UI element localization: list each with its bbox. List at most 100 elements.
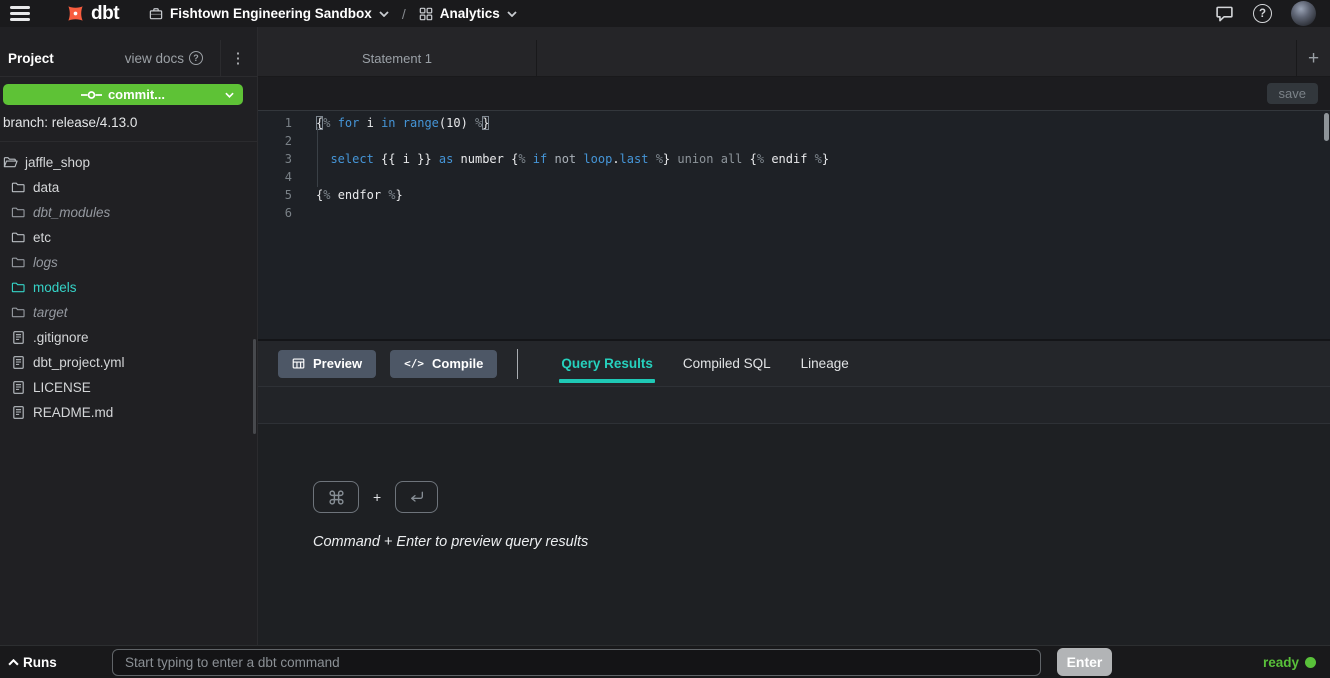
tree-item-label: dbt_project.yml xyxy=(33,355,125,370)
panel-tab-compiled-sql[interactable]: Compiled SQL xyxy=(668,341,786,386)
project-name: Analytics xyxy=(440,6,500,21)
code-line-5[interactable]: 5 {% endfor %} xyxy=(258,186,1330,204)
line-number: 6 xyxy=(258,204,292,222)
panel-tab-lineage[interactable]: Lineage xyxy=(786,341,864,386)
topbar-right xyxy=(1215,1,1316,26)
tree-item-data[interactable]: data xyxy=(0,175,257,200)
new-tab-button[interactable] xyxy=(1296,40,1330,77)
panel-tab-query-results[interactable]: Query Results xyxy=(546,341,668,386)
code-line-1[interactable]: 1{% for i in range(10) %} xyxy=(258,114,1330,132)
tree-item-dbt-modules[interactable]: dbt_modules xyxy=(0,200,257,225)
status-dot-icon xyxy=(1305,657,1316,668)
line-number: 5 xyxy=(258,186,292,204)
code-text: {% endfor %} xyxy=(316,186,403,204)
code-text: {% for i in range(10) %} xyxy=(316,114,489,132)
avatar[interactable] xyxy=(1291,1,1316,26)
code-line-3[interactable]: 3 select {{ i }} as number {% if not loo… xyxy=(258,150,1330,168)
shortcut-keys: + xyxy=(313,481,1330,513)
line-number: 3 xyxy=(258,150,292,168)
question-circle-icon xyxy=(189,51,203,65)
panel-tabs: Query ResultsCompiled SQLLineage xyxy=(546,341,863,386)
editor-actions-row: save xyxy=(258,77,1330,110)
tree-item--gitignore[interactable]: .gitignore xyxy=(0,325,257,350)
breadcrumb-separator: / xyxy=(402,6,406,22)
tree-item-models[interactable]: models xyxy=(0,275,257,300)
code-line-6[interactable]: 6 xyxy=(258,204,1330,222)
table-grid-icon xyxy=(292,357,305,370)
chat-icon[interactable] xyxy=(1215,5,1234,23)
folder-icon xyxy=(11,230,26,245)
tree-item-label: models xyxy=(33,280,77,295)
line-number: 2 xyxy=(258,132,292,150)
return-key-icon xyxy=(395,481,438,513)
enter-button[interactable]: Enter xyxy=(1057,648,1112,676)
folder-icon xyxy=(11,205,26,220)
plus-separator: + xyxy=(373,489,381,505)
code-line-2[interactable]: 2 xyxy=(258,132,1330,150)
tree-item-license[interactable]: LICENSE xyxy=(0,375,257,400)
tree-item-label: .gitignore xyxy=(33,330,89,345)
dbt-logo: dbt xyxy=(65,3,119,24)
file-icon xyxy=(11,330,26,345)
header-divider xyxy=(220,40,221,76)
account-name: Fishtown Engineering Sandbox xyxy=(170,6,372,21)
commit-button[interactable]: commit... xyxy=(3,84,243,105)
panel-subrow xyxy=(258,387,1330,424)
kebab-menu-icon[interactable] xyxy=(225,40,251,76)
tree-item-label: dbt_modules xyxy=(33,205,110,220)
sidebar-scrollbar[interactable] xyxy=(253,339,256,434)
account-switcher[interactable]: Fishtown Engineering Sandbox xyxy=(149,6,389,21)
compile-button[interactable]: </> Compile xyxy=(390,350,497,378)
hamburger-menu-icon[interactable] xyxy=(8,3,32,23)
dbt-logo-icon xyxy=(65,3,86,24)
folder-open-icon xyxy=(3,155,18,170)
project-switcher[interactable]: Analytics xyxy=(419,6,517,21)
tree-item-label: README.md xyxy=(33,405,113,420)
tree-item-logs[interactable]: logs xyxy=(0,250,257,275)
view-docs-label: view docs xyxy=(125,51,184,66)
tree-item-target[interactable]: target xyxy=(0,300,257,325)
tree-item-readme-md[interactable]: README.md xyxy=(0,400,257,425)
sidebar-title: Project xyxy=(8,51,54,66)
panel-toolbar: Preview </> Compile Query ResultsCompile… xyxy=(258,341,1330,387)
tree-item-label: data xyxy=(33,180,59,195)
code-text: select {{ i }} as number {% if not loop.… xyxy=(316,150,829,168)
dbt-command-input[interactable] xyxy=(112,649,1041,676)
results-empty-state: + Command + Enter to preview query resul… xyxy=(258,424,1330,550)
chevron-down-icon xyxy=(507,11,517,17)
line-number: 4 xyxy=(258,168,292,186)
code-editor[interactable]: 1{% for i in range(10) %}23 select {{ i … xyxy=(258,110,1330,341)
code-line-4[interactable]: 4 xyxy=(258,168,1330,186)
editor-tab-label: Statement 1 xyxy=(362,51,432,66)
tree-item-label: jaffle_shop xyxy=(25,155,90,170)
view-docs-link[interactable]: view docs xyxy=(125,51,203,66)
file-icon xyxy=(11,405,26,420)
folder-icon xyxy=(11,280,26,295)
preview-button[interactable]: Preview xyxy=(278,350,376,378)
git-commit-icon xyxy=(81,90,102,100)
editor-scrollbar[interactable] xyxy=(1324,113,1329,141)
folder-icon xyxy=(11,255,26,270)
tree-item-etc[interactable]: etc xyxy=(0,225,257,250)
grid-icon xyxy=(419,7,433,21)
editor-tab-statement-1[interactable]: Statement 1 xyxy=(258,40,537,77)
save-button[interactable]: save xyxy=(1267,83,1318,104)
tree-item-dbt-project-yml[interactable]: dbt_project.yml xyxy=(0,350,257,375)
sidebar: Project view docs commit... xyxy=(0,27,258,645)
statusbar: Runs Enter ready xyxy=(0,645,1330,678)
tree-item-label: logs xyxy=(33,255,58,270)
code-lines: 1{% for i in range(10) %}23 select {{ i … xyxy=(258,114,1330,222)
tree-item-jaffle-shop[interactable]: jaffle_shop xyxy=(0,150,257,175)
briefcase-icon xyxy=(149,7,163,20)
tree-item-label: etc xyxy=(33,230,51,245)
tree-item-label: LICENSE xyxy=(33,380,91,395)
runs-label: Runs xyxy=(23,655,57,670)
dbt-ide-app: dbt Fishtown Engineering Sandbox / xyxy=(0,0,1330,678)
file-tree: jaffle_shopdata dbt_modulesetc logs models t… xyxy=(0,142,257,425)
toolbar-divider xyxy=(517,349,518,379)
shortcut-hint: Command + Enter to preview query results xyxy=(313,534,1330,550)
runs-toggle[interactable]: Runs xyxy=(8,655,112,670)
file-icon xyxy=(11,380,26,395)
status-label: ready xyxy=(1263,655,1299,670)
help-icon[interactable] xyxy=(1253,4,1272,23)
